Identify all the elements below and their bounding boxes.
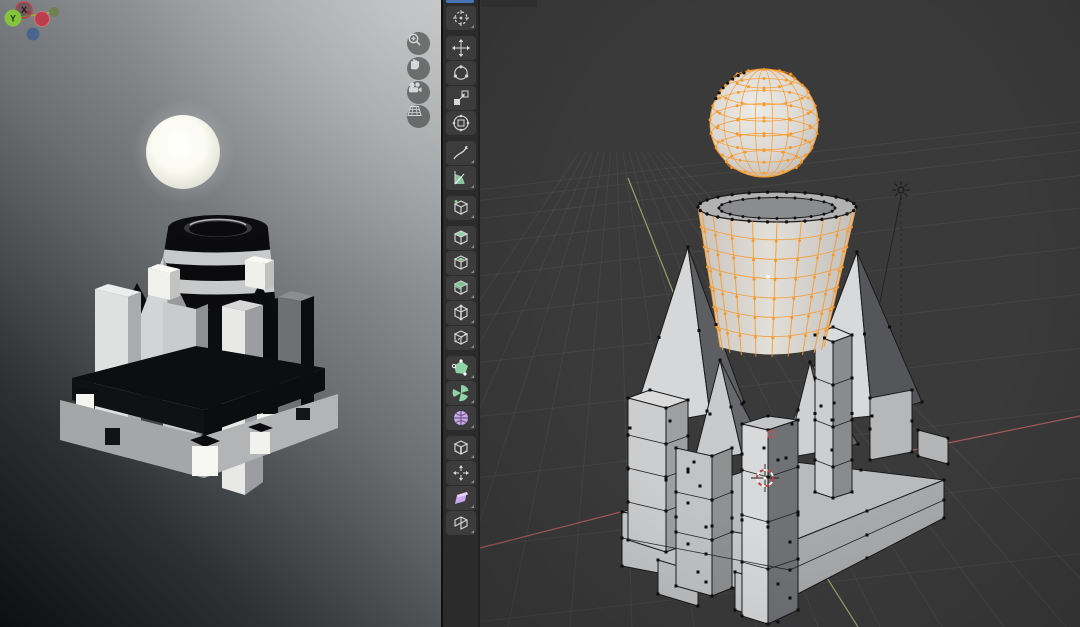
header-remnant xyxy=(481,0,537,7)
transform-icon xyxy=(451,113,471,133)
tool-inset-faces[interactable] xyxy=(446,251,476,275)
tool-loop-cut[interactable] xyxy=(446,301,476,325)
active-tool-highlight[interactable] xyxy=(446,0,474,3)
rendered-viewport[interactable]: X Y xyxy=(0,0,441,627)
tool-extrude-region[interactable] xyxy=(446,226,476,250)
subtool-corner xyxy=(471,345,474,348)
edge-slide-icon xyxy=(451,438,471,458)
subtool-corner xyxy=(471,270,474,273)
hand-icon xyxy=(407,57,421,71)
grid-icon xyxy=(407,105,422,117)
tool-cursor[interactable] xyxy=(446,6,476,30)
gizmo-neg-z-ball[interactable] xyxy=(27,28,40,41)
blender-window: X Y xyxy=(0,0,1080,627)
subtool-corner xyxy=(471,245,474,248)
add-cube-icon xyxy=(451,198,471,218)
rip-region-icon xyxy=(451,513,471,533)
tool-knife[interactable] xyxy=(446,326,476,350)
inset-faces-icon xyxy=(451,253,471,273)
subtool-corner xyxy=(471,185,474,188)
extrude-region-icon xyxy=(451,228,471,248)
subtool-corner xyxy=(471,400,474,403)
zoom-button[interactable] xyxy=(407,32,430,55)
edit-scene xyxy=(480,0,1080,627)
light-icon[interactable] xyxy=(898,187,904,193)
scale-icon xyxy=(451,88,471,108)
move-icon xyxy=(451,38,471,58)
edit-mode-toolbar xyxy=(443,0,480,627)
annotate-icon xyxy=(451,143,471,163)
subtool-corner xyxy=(471,455,474,458)
tool-move[interactable] xyxy=(446,36,476,60)
gizmo-axis-ball[interactable] xyxy=(49,7,59,17)
y-axis-line xyxy=(628,178,681,312)
shrink-fatten-icon xyxy=(451,463,471,483)
knife-icon xyxy=(451,328,471,348)
gizmo-neg-x-ball[interactable] xyxy=(35,12,50,27)
tool-scale[interactable] xyxy=(446,86,476,110)
subtool-corner xyxy=(471,375,474,378)
tool-measure[interactable] xyxy=(446,166,476,190)
smooth-icon xyxy=(451,408,471,428)
subtool-corner xyxy=(471,295,474,298)
spin-icon xyxy=(451,383,471,403)
selected-sphere[interactable] xyxy=(709,68,820,177)
tool-edge-slide[interactable] xyxy=(446,436,476,460)
rendered-scene xyxy=(0,0,441,627)
gizmo-x-label: X xyxy=(21,5,27,15)
camera-icon xyxy=(407,81,422,94)
measure-icon xyxy=(451,168,471,188)
bevel-icon xyxy=(451,278,471,298)
camera-view-button[interactable] xyxy=(407,81,430,104)
tool-poly-build[interactable] xyxy=(446,356,476,380)
gizmo-y-label: Y xyxy=(10,14,16,24)
tool-rotate[interactable] xyxy=(446,61,476,85)
loop-cut-icon xyxy=(451,303,471,323)
pan-button[interactable] xyxy=(407,57,430,80)
shear-icon xyxy=(451,488,471,508)
nav-gizmo[interactable]: X Y xyxy=(0,0,72,48)
toggle-grid-button[interactable] xyxy=(407,105,430,128)
zoom-icon xyxy=(407,32,422,47)
tool-spin[interactable] xyxy=(446,381,476,405)
rotate-icon xyxy=(451,63,471,83)
tool-shear[interactable] xyxy=(446,486,476,510)
subtool-corner xyxy=(471,25,474,28)
tool-transform[interactable] xyxy=(446,111,476,135)
tool-rip-region[interactable] xyxy=(446,511,476,535)
tool-shrink-fatten[interactable] xyxy=(446,461,476,485)
subtool-corner xyxy=(471,215,474,218)
subtool-corner xyxy=(471,320,474,323)
tool-add-cube[interactable] xyxy=(446,196,476,220)
tool-bevel[interactable] xyxy=(446,276,476,300)
subtool-corner xyxy=(471,160,474,163)
subtool-corner xyxy=(471,425,474,428)
light-sphere xyxy=(146,115,220,189)
edit-viewport[interactable] xyxy=(480,0,1080,627)
subtool-corner xyxy=(471,480,474,483)
subtool-corner xyxy=(471,505,474,508)
tool-annotate[interactable] xyxy=(446,141,476,165)
tool-smooth[interactable] xyxy=(446,406,476,430)
subtool-corner xyxy=(471,530,474,533)
poly-build-icon xyxy=(451,358,471,378)
cursor-icon xyxy=(451,8,471,28)
